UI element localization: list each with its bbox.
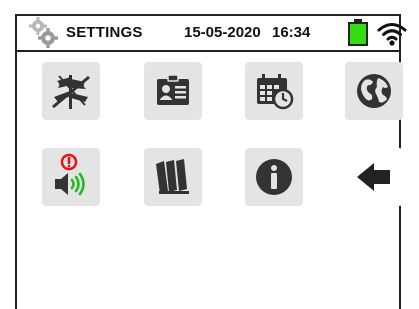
region-button[interactable] — [345, 62, 403, 120]
header-divider — [17, 50, 399, 52]
date-time-calendar-icon — [252, 69, 296, 113]
sound-button[interactable] — [42, 148, 100, 206]
operator-button[interactable] — [144, 62, 202, 120]
back-arrow-icon — [352, 155, 396, 199]
language-flags-icon — [49, 69, 93, 113]
date-display: 15-05-2020 — [184, 24, 261, 41]
time-display: 16:34 — [272, 24, 311, 41]
info-icon — [252, 155, 296, 199]
settings-gear-icon — [26, 16, 60, 48]
library-books-icon — [151, 155, 195, 199]
date-time-button[interactable] — [245, 62, 303, 120]
library-button[interactable] — [144, 148, 202, 206]
page-title: SETTINGS — [66, 24, 143, 41]
operator-id-card-icon — [151, 69, 195, 113]
globe-region-icon — [352, 69, 396, 113]
back-button[interactable] — [345, 148, 403, 206]
language-button[interactable] — [42, 62, 100, 120]
wifi-icon — [376, 20, 408, 46]
battery-icon — [347, 19, 369, 47]
sound-alarm-icon — [49, 152, 93, 202]
info-button[interactable] — [245, 148, 303, 206]
